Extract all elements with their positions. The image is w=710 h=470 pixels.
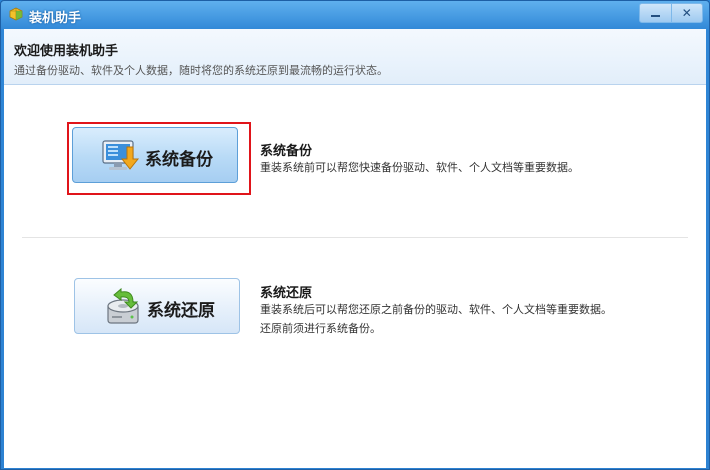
close-icon: ✕: [681, 6, 692, 20]
minimize-icon: [650, 15, 660, 17]
monitor-download-icon: [102, 140, 140, 170]
backup-description: 重装系统前可以帮您快速备份驱动、软件、个人文档等重要数据。: [260, 161, 579, 174]
system-restore-button[interactable]: 系统还原: [74, 278, 240, 334]
app-logo-icon: [9, 7, 23, 21]
system-backup-button[interactable]: 系统备份: [72, 127, 238, 183]
welcome-title: 欢迎使用装机助手: [14, 44, 119, 59]
system-backup-label: 系统备份: [145, 150, 213, 170]
system-restore-label: 系统还原: [147, 301, 215, 321]
window-controls: ✕: [639, 3, 703, 23]
welcome-header: 欢迎使用装机助手 通过备份驱动、软件及个人数据，随时将您的系统还原到最流畅的运行…: [4, 29, 706, 85]
window-title: 装机助手: [29, 11, 82, 26]
close-button[interactable]: ✕: [670, 4, 703, 22]
minimize-button[interactable]: [640, 4, 671, 22]
title-bar[interactable]: 装机助手 ✕: [1, 1, 709, 29]
welcome-subtitle: 通过备份驱动、软件及个人数据，随时将您的系统还原到最流畅的运行状态。: [14, 64, 388, 77]
disk-restore-icon: [107, 288, 139, 324]
section-divider: [22, 237, 688, 238]
restore-description-line2: 还原前须进行系统备份。: [260, 322, 381, 335]
main-panel: 欢迎使用装机助手 通过备份驱动、软件及个人数据，随时将您的系统还原到最流畅的运行…: [4, 29, 706, 468]
app-window: 装机助手 ✕ 欢迎使用装机助手 通过备份驱动、软件及个人数据，随时将您的系统还原…: [0, 0, 710, 470]
